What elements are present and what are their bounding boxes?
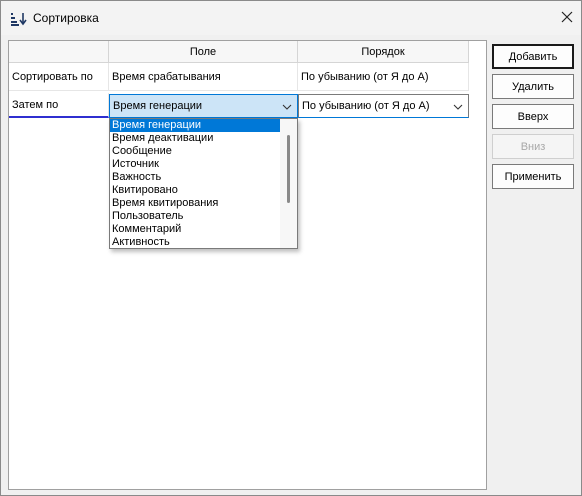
- move-down-button: Вниз: [492, 134, 574, 159]
- delete-button[interactable]: Удалить: [492, 74, 574, 99]
- sort-grid: Поле Порядок Сортировать по Время срабат…: [8, 40, 487, 490]
- window-title: Сортировка: [33, 11, 99, 25]
- dropdown-option[interactable]: Активность: [110, 236, 280, 248]
- close-button[interactable]: [555, 7, 579, 29]
- sort-order-cell[interactable]: По убыванию (от Я до А): [298, 63, 469, 91]
- sort-dialog: Сортировка Поле Порядок Сортировать по В…: [0, 0, 582, 496]
- scrollbar-thumb[interactable]: [287, 135, 290, 203]
- dropdown-option[interactable]: Время деактивации: [110, 132, 280, 145]
- dropdown-option[interactable]: Время квитирования: [110, 197, 280, 210]
- sort-field-cell[interactable]: Время срабатывания: [109, 63, 298, 91]
- row-label-then-by: Затем по: [9, 93, 109, 118]
- dropdown-option[interactable]: Комментарий: [110, 223, 280, 236]
- field-dropdown-list[interactable]: Время генерации Время деактивации Сообще…: [109, 118, 298, 249]
- dropdown-option[interactable]: Время генерации: [110, 119, 280, 132]
- chevron-down-icon[interactable]: [282, 102, 292, 110]
- then-order-combobox[interactable]: По убыванию (от Я до А): [298, 94, 469, 118]
- dropdown-option[interactable]: Важность: [110, 171, 280, 184]
- sort-descending-icon: [10, 12, 28, 26]
- then-field-value: Время генерации: [113, 100, 203, 112]
- row-label-sort-by: Сортировать по: [9, 63, 109, 91]
- column-header-field[interactable]: Поле: [109, 41, 298, 63]
- chevron-down-icon[interactable]: [453, 102, 463, 110]
- column-header-order[interactable]: Порядок: [298, 41, 469, 63]
- dropdown-option[interactable]: Сообщение: [110, 145, 280, 158]
- close-icon: [561, 11, 573, 26]
- dropdown-scrollbar[interactable]: [280, 119, 297, 248]
- add-button[interactable]: Добавить: [492, 44, 574, 69]
- then-order-value: По убыванию (от Я до А): [302, 100, 430, 112]
- title-bar: Сортировка: [1, 1, 581, 35]
- column-header-rowlabel: [9, 41, 109, 63]
- then-field-combobox[interactable]: Время генерации: [109, 94, 298, 118]
- dropdown-option[interactable]: Квитировано: [110, 184, 280, 197]
- dropdown-option[interactable]: Источник: [110, 158, 280, 171]
- dropdown-option[interactable]: Пользователь: [110, 210, 280, 223]
- move-up-button[interactable]: Вверх: [492, 104, 574, 129]
- apply-button[interactable]: Применить: [492, 164, 574, 189]
